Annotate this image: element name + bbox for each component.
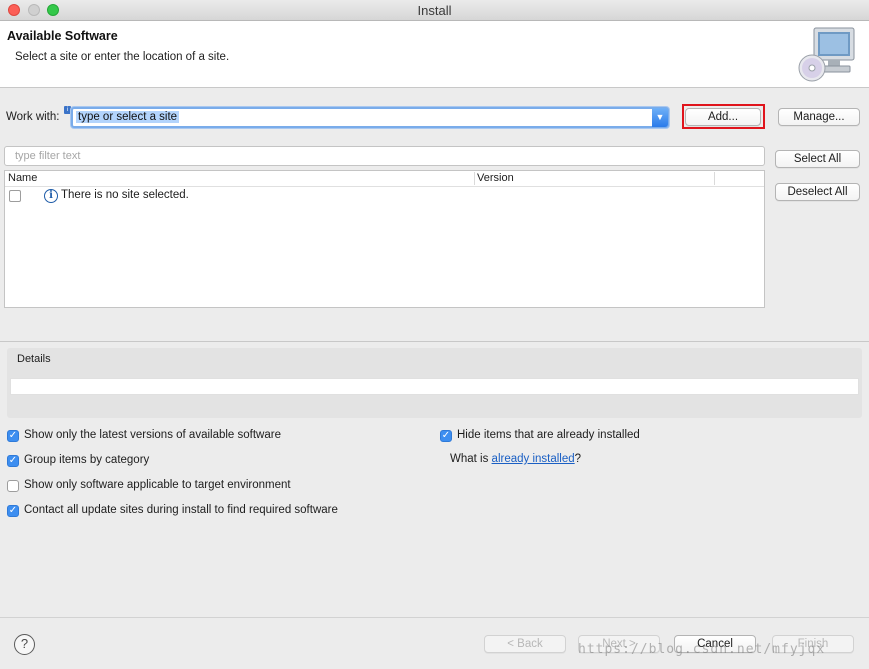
work-with-combo[interactable]: type or select a site ▼ (71, 107, 669, 128)
manage-sites-button[interactable]: Manage... (778, 108, 860, 126)
watermark-text: https://blog.csdn.net/mfyjqx (578, 642, 826, 657)
column-separator[interactable] (474, 172, 475, 185)
column-version-header[interactable]: Version (477, 172, 514, 184)
details-text (10, 378, 859, 395)
hide-installed-label: Hide items that are already installed (457, 429, 640, 441)
section-divider (0, 341, 869, 342)
work-with-input[interactable]: type or select a site (76, 111, 180, 123)
target-environment-label: Show only software applicable to target … (24, 479, 291, 491)
contact-update-sites-checkbox[interactable]: ✓ (7, 505, 19, 517)
page-subtitle: Select a site or enter the location of a… (15, 51, 230, 63)
page-title: Available Software (7, 29, 118, 43)
work-with-label: Work with: (6, 111, 60, 123)
question-suffix: ? (574, 453, 582, 465)
already-installed-link[interactable]: already installed (492, 453, 575, 465)
wizard-banner: Available Software Select a site or ente… (0, 21, 869, 88)
footer-divider (0, 617, 869, 618)
table-header: Name Version (5, 171, 764, 187)
deselect-all-button[interactable]: Deselect All (775, 183, 860, 201)
latest-versions-checkbox[interactable]: ✓ (7, 430, 19, 442)
window-title: Install (417, 3, 452, 18)
question-prefix: What is (450, 453, 492, 465)
info-icon: i (44, 189, 58, 203)
contact-update-sites-label: Contact all update sites during install … (24, 504, 338, 516)
column-name-header[interactable]: Name (8, 172, 37, 184)
content-assist-icon: i (64, 106, 71, 114)
latest-versions-label: Show only the latest versions of availab… (24, 429, 281, 441)
install-computer-icon (798, 27, 855, 82)
target-environment-checkbox[interactable] (7, 480, 19, 492)
group-by-category-checkbox[interactable]: ✓ (7, 455, 19, 467)
details-label: Details (17, 353, 51, 365)
already-installed-question: What is already installed? (450, 453, 581, 465)
column-separator[interactable] (714, 172, 715, 185)
back-button[interactable]: < Back (484, 635, 566, 653)
hide-installed-checkbox[interactable]: ✓ (440, 430, 452, 442)
table-row-message: There is no site selected. (61, 189, 189, 201)
group-by-category-label: Group items by category (24, 454, 150, 466)
chevron-down-icon[interactable]: ▼ (652, 108, 668, 127)
details-section: Details (7, 348, 862, 418)
filter-placeholder: type filter text (15, 150, 81, 162)
title-bar: Install (0, 0, 869, 21)
select-all-button[interactable]: Select All (775, 150, 860, 168)
add-button-highlight (682, 104, 765, 129)
help-icon[interactable]: ? (14, 634, 35, 655)
filter-field[interactable]: type filter text (4, 146, 765, 166)
software-table[interactable]: Name Version i There is no site selected… (4, 170, 765, 308)
table-row-checkbox[interactable] (9, 190, 21, 202)
